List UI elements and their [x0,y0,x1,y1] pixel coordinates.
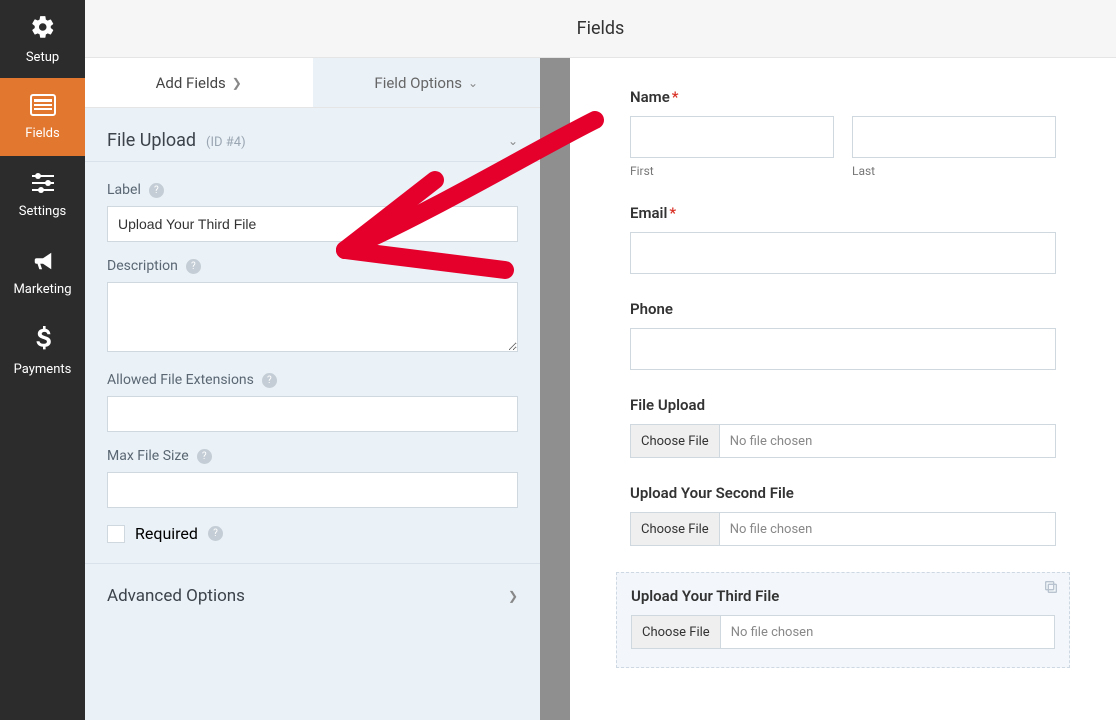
sliders-icon [30,172,56,198]
preview-field-email[interactable]: Email* [630,204,1056,274]
help-icon[interactable]: ? [186,259,201,274]
file-input[interactable]: Choose File No file chosen [631,615,1055,649]
file-status-text: No file chosen [720,434,823,449]
tab-field-options[interactable]: Field Options ⌄ [313,58,541,107]
panel-divider [540,58,570,720]
max-size-label: Max File Size [107,448,189,464]
main-area: Fields Add Fields ❯ Field Options ⌄ File… [85,0,1116,720]
choose-file-button[interactable]: Choose File [632,616,721,648]
advanced-label: Advanced Options [107,586,245,606]
tab-label: Add Fields [156,74,226,92]
file-status-text: No file chosen [720,522,823,537]
description-input[interactable] [107,282,518,352]
sublabel-last: Last [852,164,1056,178]
section-header[interactable]: File Upload (ID #4) ⌄ [85,108,540,162]
dollar-icon [33,326,53,356]
last-name-input[interactable] [852,116,1056,158]
first-name-input[interactable] [630,116,834,158]
help-icon[interactable]: ? [262,373,277,388]
field-label: Name [630,88,670,106]
sidebar-item-payments[interactable]: Payments [0,312,85,390]
sidebar-item-label: Fields [25,126,59,141]
sidebar-item-fields[interactable]: Fields [0,78,85,156]
required-label: Required [135,524,198,543]
file-input[interactable]: Choose File No file chosen [630,512,1056,546]
required-asterisk: * [669,204,676,222]
preview-field-file-3-selected[interactable]: Upload Your Third File Choose File No fi… [616,572,1070,668]
sidebar-item-label: Settings [19,204,66,219]
required-checkbox[interactable] [107,525,125,543]
tab-label: Field Options [374,74,462,92]
preview-field-name[interactable]: Name* First Last [630,88,1056,178]
field-label: Upload Your Third File [631,587,779,605]
choose-file-button[interactable]: Choose File [631,425,720,457]
help-icon[interactable]: ? [208,526,223,541]
label-label: Label [107,182,141,198]
sidebar-item-label: Marketing [13,282,71,297]
choose-file-button[interactable]: Choose File [631,513,720,545]
sidebar-item-label: Payments [14,362,72,377]
form-icon [30,94,56,120]
help-icon[interactable]: ? [197,449,212,464]
left-panel: Add Fields ❯ Field Options ⌄ File Upload… [85,58,540,720]
gear-icon [30,14,56,44]
chevron-right-icon: ❯ [232,76,242,90]
duplicate-icon[interactable] [1043,579,1059,599]
preview-field-phone[interactable]: Phone [630,300,1056,370]
tab-add-fields[interactable]: Add Fields ❯ [85,58,313,107]
section-title: File Upload [107,130,196,151]
field-label: File Upload [630,396,705,414]
chevron-down-icon: ⌄ [468,76,478,90]
field-label: Upload Your Second File [630,484,794,502]
sidebar-item-settings[interactable]: Settings [0,156,85,234]
max-size-input[interactable] [107,472,518,508]
help-icon[interactable]: ? [149,183,164,198]
email-input[interactable] [630,232,1056,274]
preview-field-file-2[interactable]: Upload Your Second File Choose File No f… [630,484,1056,546]
file-input[interactable]: Choose File No file chosen [630,424,1056,458]
sidebar-item-marketing[interactable]: Marketing [0,234,85,312]
chevron-down-icon: ⌄ [508,134,518,148]
description-label: Description [107,258,178,274]
topbar: Fields [85,0,1116,58]
allowed-ext-input[interactable] [107,396,518,432]
bullhorn-icon [30,250,56,276]
phone-input[interactable] [630,328,1056,370]
required-asterisk: * [672,88,679,106]
field-label: Email [630,204,667,222]
file-status-text: No file chosen [721,625,824,640]
sidebar-item-setup[interactable]: Setup [0,0,85,78]
allowed-ext-label: Allowed File Extensions [107,372,254,388]
page-title: Fields [577,18,625,39]
sidebar-item-label: Setup [26,50,59,65]
preview-field-file-1[interactable]: File Upload Choose File No file chosen [630,396,1056,458]
advanced-options-toggle[interactable]: Advanced Options ❯ [85,563,540,628]
form-preview: Name* First Last Email* [570,58,1116,720]
chevron-right-icon: ❯ [508,589,518,603]
field-label: Phone [630,300,673,318]
sublabel-first: First [630,164,834,178]
sidebar: Setup Fields Settings Marketing Payments [0,0,85,720]
section-id: (ID #4) [206,135,246,150]
label-input[interactable] [107,206,518,242]
